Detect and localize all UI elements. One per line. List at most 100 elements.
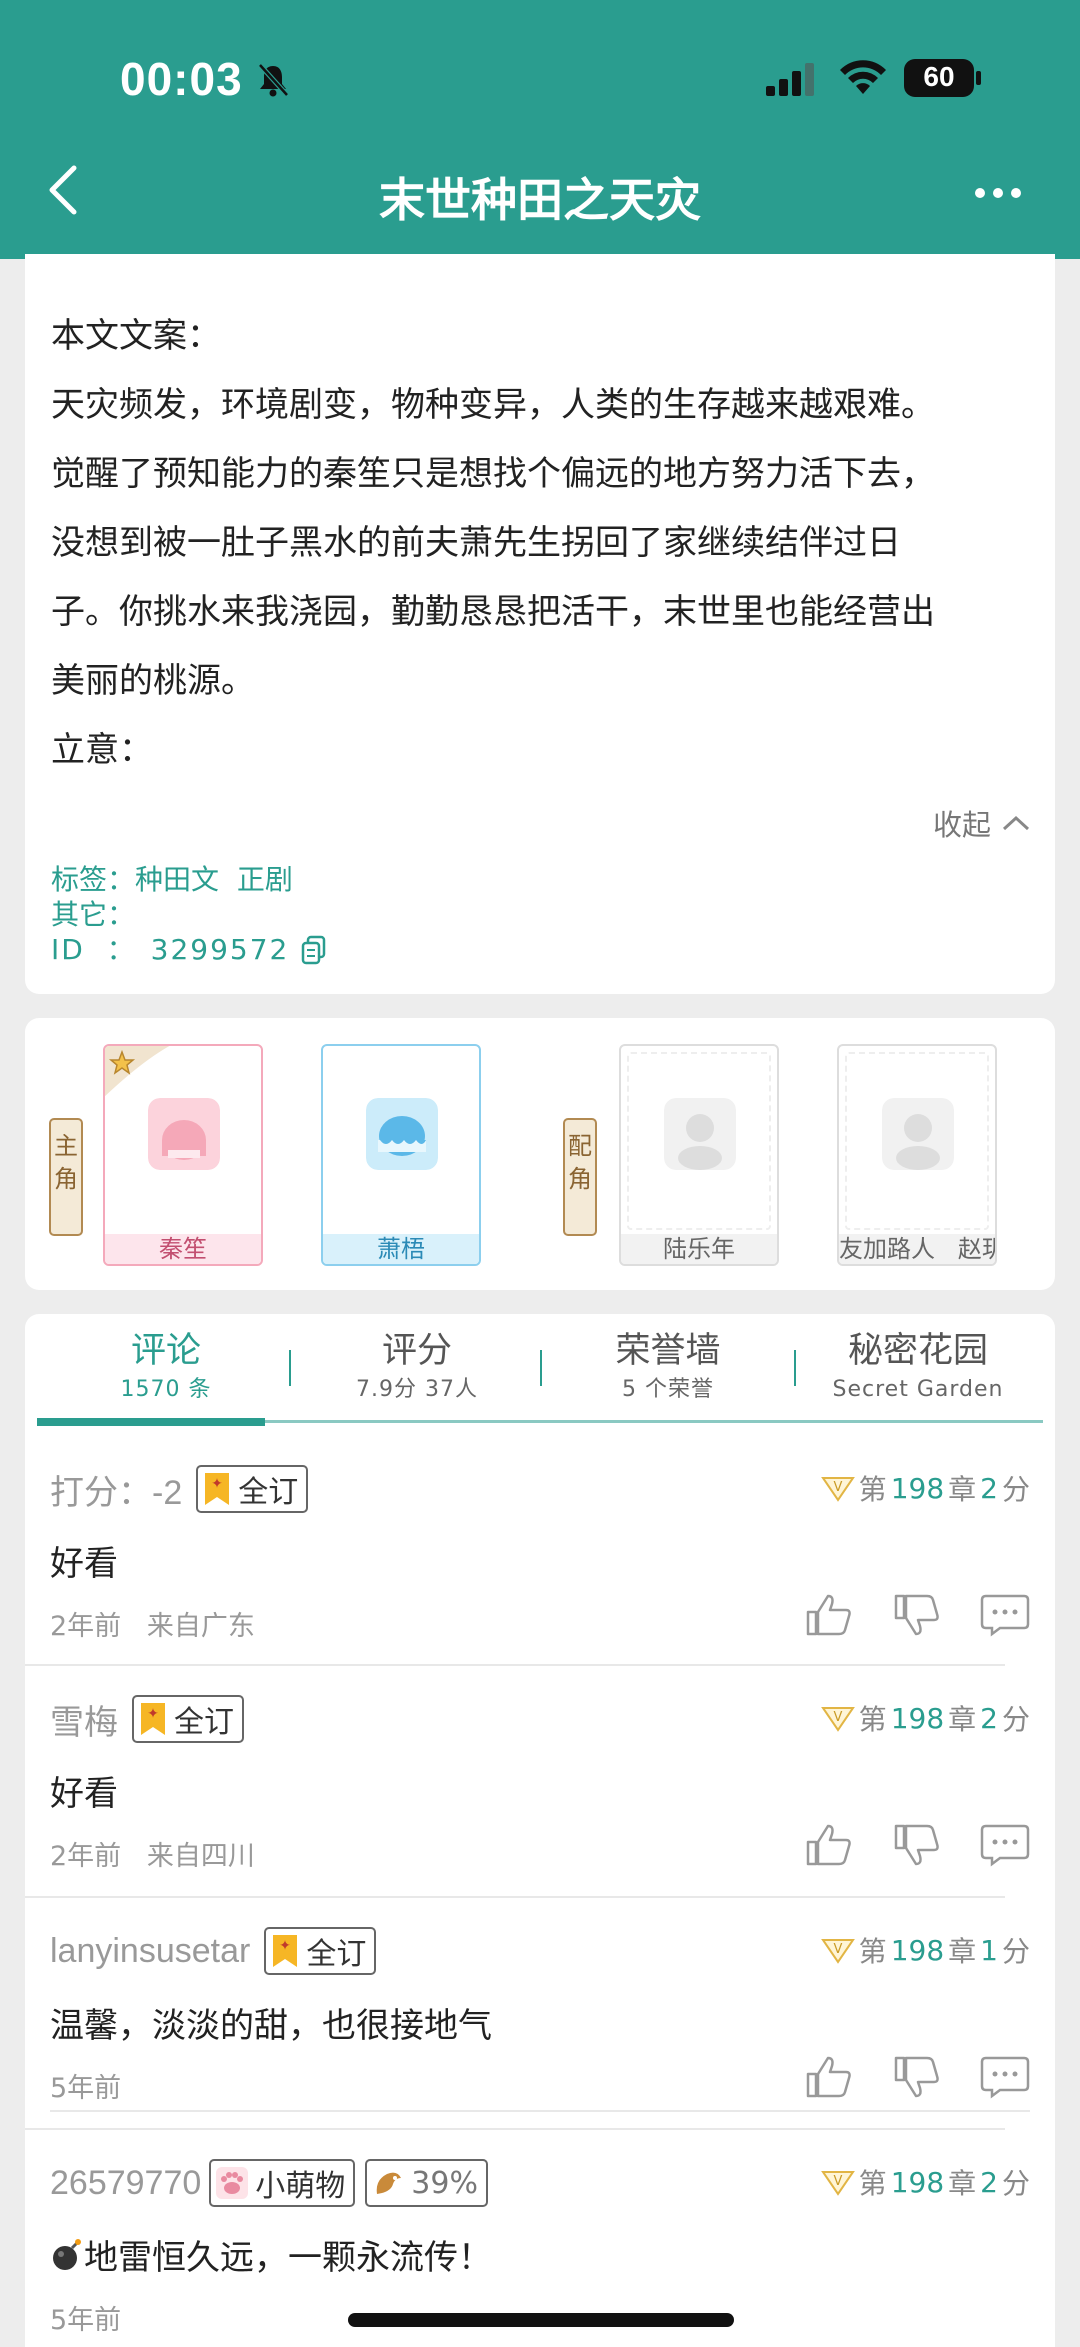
badge-label: 全订 xyxy=(174,1705,234,1740)
svg-text:✦: ✦ xyxy=(279,1938,291,1954)
thumbs-down-icon[interactable] xyxy=(892,2054,942,2100)
chapter-score: 2 xyxy=(980,1471,998,1505)
id-label: ID ： xyxy=(51,933,137,966)
thumbs-up-icon[interactable] xyxy=(804,2054,854,2100)
badge-label: 小萌物 xyxy=(255,2169,346,2204)
chevron-up-icon xyxy=(1002,815,1030,831)
character-card[interactable]: 秦笙 xyxy=(103,1044,263,1266)
v-badge-icon: V xyxy=(820,1707,855,1732)
more-options-icon[interactable] xyxy=(972,176,1024,210)
home-indicator[interactable] xyxy=(348,2313,734,2327)
comment-actions xyxy=(804,1592,1030,1638)
badge-label: 全订 xyxy=(238,1475,299,1510)
star-icon xyxy=(105,1046,170,1097)
synopsis-card: 本文文案： 天灾频发，环境剧变，物种变异，人类的生存越来越艰难。 觉醒了预知能力… xyxy=(25,254,1055,994)
comment-divider xyxy=(25,1896,1005,1898)
id-value: 3299572 xyxy=(150,933,290,966)
reply-icon[interactable] xyxy=(980,1822,1030,1868)
subscription-badge: ✦ 全订 xyxy=(132,1695,244,1743)
synopsis-line: 觉醒了预知能力的秦笙只是想找个偏远的地方努力活下去， xyxy=(51,454,935,494)
character-card[interactable]: 陆乐年 xyxy=(619,1044,779,1266)
chapter-suffix: 分 xyxy=(1001,1473,1030,1506)
bomb-icon xyxy=(53,2238,81,2270)
chapter-mid: 章 xyxy=(948,1703,977,1736)
comment-divider xyxy=(25,1664,1005,1666)
chapter-suffix: 分 xyxy=(1001,2167,1030,2200)
comment-user[interactable]: lanyinsusetar xyxy=(50,1932,250,1971)
chapter-prefix: 第 xyxy=(858,1473,887,1506)
comment-meta: 5年前 xyxy=(50,2073,122,2104)
tab-label: 荣誉墙 xyxy=(615,1331,721,1371)
tab-comments[interactable]: 评论 1570 条 xyxy=(41,1328,291,1406)
chapter-score: 2 xyxy=(980,2165,998,2199)
comment-header: 打分：-2 ✦ 全订 V 第 198 章 2 分 xyxy=(50,1462,1030,1516)
reply-icon[interactable] xyxy=(980,2054,1030,2100)
v-badge-icon: V xyxy=(820,1477,855,1502)
comment-user[interactable]: 打分：-2 xyxy=(50,1465,182,1514)
main-role-char: 角 xyxy=(54,1165,78,1193)
collapse-label: 收起 xyxy=(932,808,991,842)
comment-body: 好看 xyxy=(50,1544,118,1584)
chapter-score: 1 xyxy=(980,1933,998,1967)
chapter-info: V 第 198 章 2 分 xyxy=(820,2162,1030,2202)
character-card[interactable]: 友加路人 赵玥 xyxy=(837,1044,997,1266)
comment-meta: 2年前 来自广东 xyxy=(50,1611,255,1642)
comment-meta: 2年前 来自四川 xyxy=(50,1841,255,1872)
reply-icon[interactable] xyxy=(980,1592,1030,1638)
main-role-tag: 主 角 xyxy=(49,1118,83,1236)
chapter-prefix: 第 xyxy=(858,1935,887,1968)
comment-body: 温馨，淡淡的甜，也很接地气 xyxy=(50,2006,492,2046)
comment-item: 雪梅 ✦ 全订 V 第 198 章 2 分 好看 2年前 来自四川 xyxy=(50,1692,1030,1902)
chapter-suffix: 分 xyxy=(1001,1703,1030,1736)
battery-level: 60 xyxy=(923,61,955,92)
svg-text:V: V xyxy=(833,1710,842,1725)
comment-header: 雪梅 ✦ 全订 V 第 198 章 2 分 xyxy=(50,1692,1030,1746)
wifi-icon xyxy=(840,60,886,94)
tags-value[interactable]: 种田文 正剧 xyxy=(135,862,293,897)
character-name: 友加路人 赵玥 xyxy=(839,1234,995,1264)
chapter-number: 198 xyxy=(890,1933,945,1967)
synopsis-line: 立意： xyxy=(51,730,153,770)
collapse-button[interactable]: 收起 xyxy=(933,802,1031,844)
svg-text:V: V xyxy=(833,1942,842,1957)
thumbs-down-icon[interactable] xyxy=(892,1822,942,1868)
active-tab-indicator xyxy=(37,1418,265,1426)
thumbs-up-icon[interactable] xyxy=(804,1822,854,1868)
avatar xyxy=(148,1098,220,1170)
tab-sub: 1570 条 xyxy=(120,1377,212,1402)
synopsis-line: 本文文案： xyxy=(51,316,221,356)
character-name: 陆乐年 xyxy=(621,1234,777,1264)
character-name: 萧梧 xyxy=(323,1234,479,1264)
chapter-score: 2 xyxy=(980,1701,998,1735)
chapter-number: 198 xyxy=(890,1701,945,1735)
book-meta: 标签： 种田文 正剧 其它： ID ： 3299572 xyxy=(51,862,327,967)
tab-sub: 5 个荣誉 xyxy=(622,1377,714,1402)
thumbs-up-icon[interactable] xyxy=(804,1592,854,1638)
chapter-info: V 第 198 章 2 分 xyxy=(820,1468,1030,1508)
status-time: 00:03 xyxy=(120,53,243,105)
bell-muted-icon xyxy=(258,63,289,97)
comment-divider xyxy=(25,2128,1005,2130)
tab-honor-wall[interactable]: 荣誉墙 5 个荣誉 xyxy=(543,1328,793,1406)
main-role-char: 主 xyxy=(54,1132,78,1160)
progress-badge: 39% xyxy=(365,2159,488,2207)
copy-icon[interactable] xyxy=(301,935,327,965)
comment-user[interactable]: 雪梅 xyxy=(50,1695,118,1744)
tab-label: 评论 xyxy=(130,1331,201,1371)
chapter-mid: 章 xyxy=(948,1473,977,1506)
svg-text:V: V xyxy=(833,1480,842,1495)
fan-level-badge: 小萌物 xyxy=(209,2159,356,2207)
tab-secret-garden[interactable]: 秘密花园 Secret Garden xyxy=(793,1328,1043,1406)
character-card[interactable]: 萧梧 xyxy=(321,1044,481,1266)
synopsis-line: 天灾频发，环境剧变，物种变异，人类的生存越来越艰难。 xyxy=(51,385,935,425)
comment-actions xyxy=(804,2054,1030,2100)
tab-ratings[interactable]: 评分 7.9分 37人 xyxy=(292,1328,542,1406)
comment-user[interactable]: 26579770 xyxy=(50,2164,201,2203)
thumbs-down-icon[interactable] xyxy=(892,1592,942,1638)
synopsis-line: 没想到被一肚子黑水的前夫萧先生拐回了家继续结伴过日 xyxy=(51,523,901,563)
tags-label: 标签： xyxy=(51,863,136,896)
chapter-number: 198 xyxy=(890,2165,945,2199)
support-role-char: 角 xyxy=(568,1165,592,1193)
badge-label: 全订 xyxy=(306,1937,367,1972)
chapter-mid: 章 xyxy=(948,1935,977,1968)
